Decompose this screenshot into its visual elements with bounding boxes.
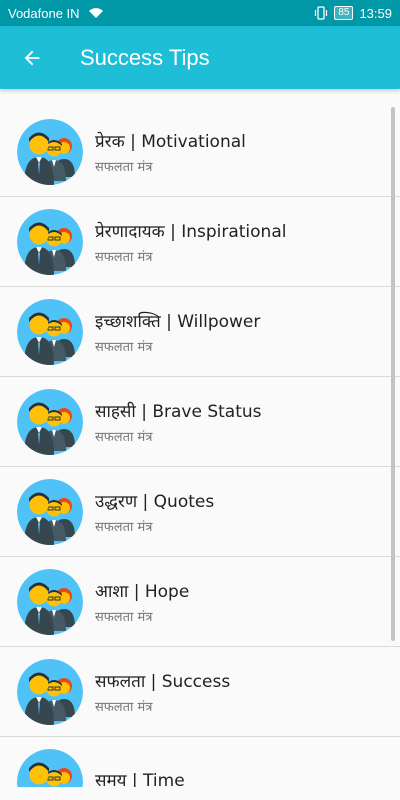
- tips-list[interactable]: प्रेरक | Motivational सफलता मंत्र प्रेरण…: [0, 107, 400, 787]
- item-title: सफलता | Success: [95, 671, 231, 692]
- item-title: साहसी | Brave Status: [95, 401, 262, 422]
- team-avatar-icon: [17, 748, 83, 787]
- arrow-left-icon: [24, 50, 40, 65]
- clock: 13:59: [359, 5, 392, 21]
- list-item[interactable]: साहसी | Brave Status सफलता मंत्र: [0, 377, 400, 467]
- back-button[interactable]: [4, 26, 60, 89]
- item-title: प्रेरणादायक | Inspirational: [95, 221, 287, 242]
- team-avatar-icon: [17, 118, 83, 185]
- list-item[interactable]: समय | Time: [0, 737, 400, 787]
- scrollbar[interactable]: [391, 107, 395, 641]
- team-avatar-icon: [17, 478, 83, 545]
- item-title: समय | Time: [95, 770, 185, 788]
- item-title: प्रेरक | Motivational: [95, 131, 246, 152]
- carrier-name: Vodafone IN: [8, 5, 80, 21]
- item-subtitle: सफलता मंत्र: [95, 609, 153, 625]
- team-avatar-icon: [17, 298, 83, 365]
- battery-indicator: 85: [334, 6, 354, 20]
- item-title: उद्धरण | Quotes: [95, 491, 215, 512]
- app-bar: Success Tips: [0, 26, 400, 89]
- item-texts: साहसी | Brave Status सफलता मंत्र: [95, 399, 262, 445]
- status-right: 85 13:59: [314, 6, 392, 21]
- item-title: आशा | Hope: [95, 581, 190, 602]
- item-texts: आशा | Hope सफलता मंत्र: [95, 579, 189, 625]
- item-texts: उद्धरण | Quotes सफलता मंत्र: [95, 489, 214, 535]
- list-item[interactable]: प्रेरणादायक | Inspirational सफलता मंत्र: [0, 197, 400, 287]
- list-item[interactable]: इच्छाशक्ति | Willpower सफलता मंत्र: [0, 287, 400, 377]
- item-texts: प्रेरणादायक | Inspirational सफलता मंत्र: [95, 219, 286, 265]
- item-subtitle: सफलता मंत्र: [95, 339, 153, 355]
- wifi-icon: [88, 8, 103, 18]
- item-texts: समय | Time: [95, 768, 185, 788]
- vibrate-icon: [315, 6, 328, 20]
- team-avatar-icon: [17, 568, 83, 635]
- page-title: Success Tips: [80, 44, 210, 70]
- list-item[interactable]: उद्धरण | Quotes सफलता मंत्र: [0, 467, 400, 557]
- team-avatar-icon: [17, 208, 83, 275]
- item-subtitle: सफलता मंत्र: [95, 429, 153, 445]
- item-subtitle: सफलता मंत्र: [95, 519, 153, 535]
- item-subtitle: सफलता मंत्र: [95, 699, 153, 715]
- list-item[interactable]: प्रेरक | Motivational सफलता मंत्र: [0, 107, 400, 197]
- item-texts: प्रेरक | Motivational सफलता मंत्र: [95, 129, 246, 175]
- list-item[interactable]: आशा | Hope सफलता मंत्र: [0, 557, 400, 647]
- item-subtitle: सफलता मंत्र: [95, 159, 153, 175]
- item-texts: इच्छाशक्ति | Willpower सफलता मंत्र: [95, 309, 260, 355]
- team-avatar-icon: [17, 388, 83, 455]
- item-texts: सफलता | Success सफलता मंत्र: [95, 669, 230, 715]
- team-avatar-icon: [17, 658, 83, 725]
- item-title: इच्छाशक्ति | Willpower: [95, 311, 261, 332]
- item-subtitle: सफलता मंत्र: [95, 249, 153, 265]
- status-bar: Vodafone IN 85 13:59: [0, 0, 400, 26]
- list-item[interactable]: सफलता | Success सफलता मंत्र: [0, 647, 400, 737]
